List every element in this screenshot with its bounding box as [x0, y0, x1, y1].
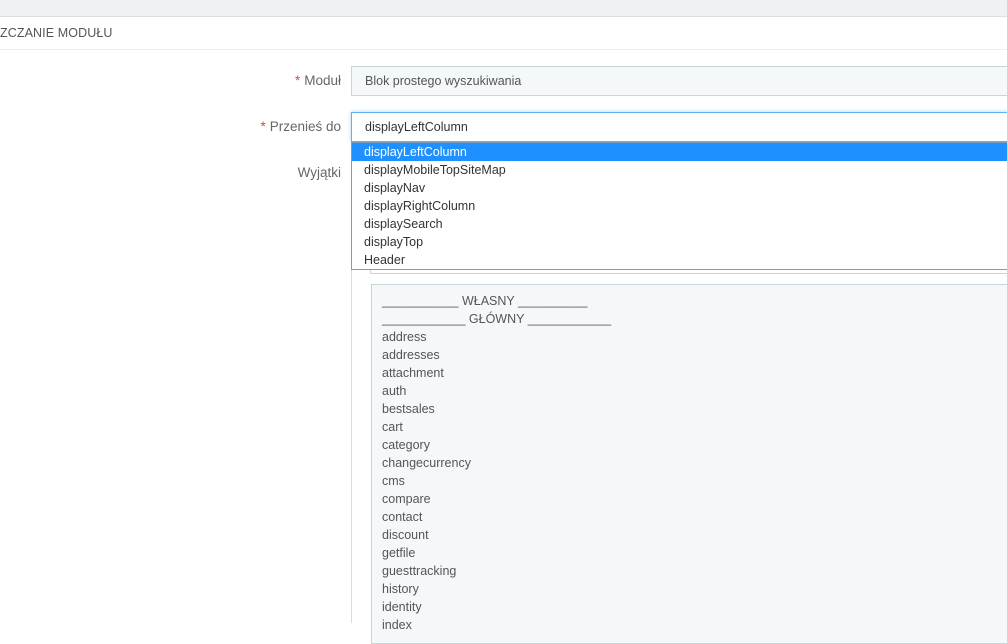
exceptions-list-item[interactable]: cart [372, 418, 1007, 436]
exceptions-list-item[interactable]: ____________ GŁÓWNY ____________ [372, 310, 1007, 328]
panel-heading: ZCZANIE MODUŁU [0, 17, 1007, 50]
panel-title: ZCZANIE MODUŁU [0, 26, 113, 40]
exceptions-list-item[interactable]: history [372, 580, 1007, 598]
divider [351, 270, 352, 623]
dropdown-option[interactable]: displayNav [352, 179, 1007, 197]
exceptions-list-item[interactable]: changecurrency [372, 454, 1007, 472]
exceptions-list-item[interactable]: auth [372, 382, 1007, 400]
exceptions-list-item[interactable]: index [372, 616, 1007, 634]
exceptions-listbox[interactable]: ___________ WŁASNY __________ ___________… [371, 284, 1007, 644]
exceptions-list-item[interactable]: identity [372, 598, 1007, 616]
move-to-selected-value: displayLeftColumn [365, 120, 468, 134]
dropdown-option[interactable]: displayLeftColumn [352, 143, 1007, 161]
module-label: * Moduł [294, 73, 341, 88]
move-to-label: * Przenieś do [260, 119, 341, 134]
exceptions-list-item[interactable]: addresses [372, 346, 1007, 364]
exceptions-list-item[interactable]: ___________ WŁASNY __________ [372, 292, 1007, 310]
top-bar [0, 0, 1007, 17]
exceptions-list-item[interactable]: bestsales [372, 400, 1007, 418]
required-mark: * [294, 73, 301, 88]
move-to-dropdown-list[interactable]: displayLeftColumn displayMobileTopSiteMap… [351, 142, 1007, 270]
exceptions-list-item[interactable]: guesttracking [372, 562, 1007, 580]
move-to-select[interactable]: displayLeftColumn [351, 112, 1007, 142]
exceptions-list-item[interactable]: getfile [372, 544, 1007, 562]
exceptions-list-item[interactable]: discount [372, 526, 1007, 544]
exceptions-list-item[interactable]: category [372, 436, 1007, 454]
module-value: Blok prostego wyszukiwania [365, 74, 522, 88]
required-mark: * [260, 119, 266, 134]
exceptions-label: Wyjątki [297, 165, 341, 180]
exceptions-list-item[interactable]: cms [372, 472, 1007, 490]
dropdown-option[interactable]: displayMobileTopSiteMap [352, 161, 1007, 179]
dropdown-option[interactable]: displayRightColumn [352, 197, 1007, 215]
dropdown-option[interactable]: displaySearch [352, 215, 1007, 233]
exceptions-list-item[interactable]: attachment [372, 364, 1007, 382]
module-field: Blok prostego wyszukiwania [351, 66, 1007, 96]
exceptions-list-item[interactable]: address [372, 328, 1007, 346]
exceptions-list-item[interactable]: compare [372, 490, 1007, 508]
dropdown-option[interactable]: Header [352, 251, 1007, 269]
exceptions-list-item[interactable]: contact [372, 508, 1007, 526]
dropdown-option[interactable]: displayTop [352, 233, 1007, 251]
